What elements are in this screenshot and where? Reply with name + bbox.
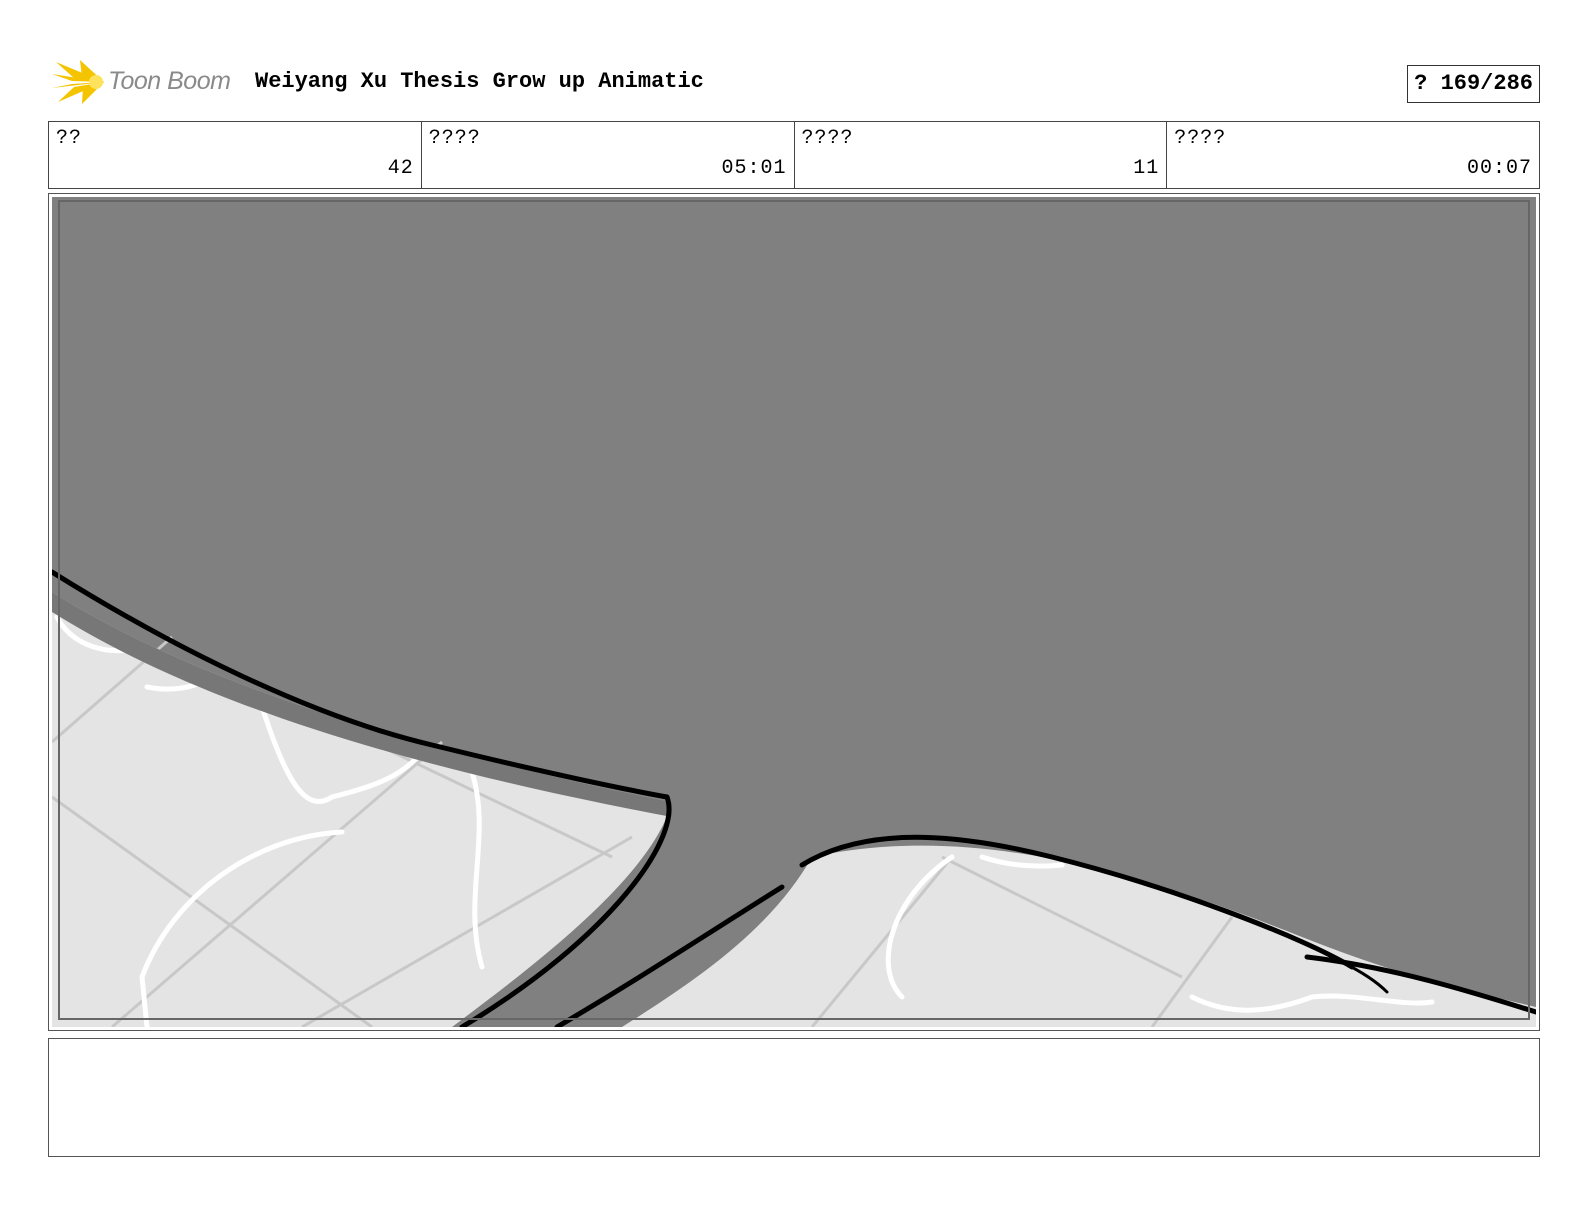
info-cell-1: ?? 42: [49, 122, 422, 188]
page-counter: ? 169/286: [1407, 65, 1540, 103]
toon-boom-starburst-icon: [52, 60, 104, 104]
panel-drawing: [52, 197, 1536, 1027]
info-cell-2: ???? 05:01: [422, 122, 795, 188]
info-value: 00:07: [1466, 157, 1532, 180]
info-cell-4: ???? 00:07: [1167, 122, 1539, 188]
info-label: ????: [1174, 127, 1227, 150]
info-value: 11: [1133, 157, 1160, 180]
toon-boom-logo: Toon Boom: [52, 58, 242, 106]
info-cell-3: ???? 11: [795, 122, 1168, 188]
storyboard-header: Toon Boom Weiyang Xu Thesis Grow up Anim…: [48, 56, 1540, 108]
sketch-drawing: [52, 200, 1536, 1027]
document-title: Weiyang Xu Thesis Grow up Animatic: [255, 69, 704, 94]
info-value: 42: [387, 157, 414, 180]
panel-notes: [48, 1038, 1540, 1157]
info-label: ????: [801, 127, 854, 150]
storyboard-panel: [48, 193, 1540, 1031]
shot-info-row: ?? 42 ???? 05:01 ???? 11 ???? 00:07: [48, 121, 1540, 189]
info-label: ????: [428, 127, 481, 150]
logo-text: Toon Boom: [108, 67, 231, 95]
info-label: ??: [56, 127, 83, 150]
info-value: 05:01: [721, 157, 787, 180]
